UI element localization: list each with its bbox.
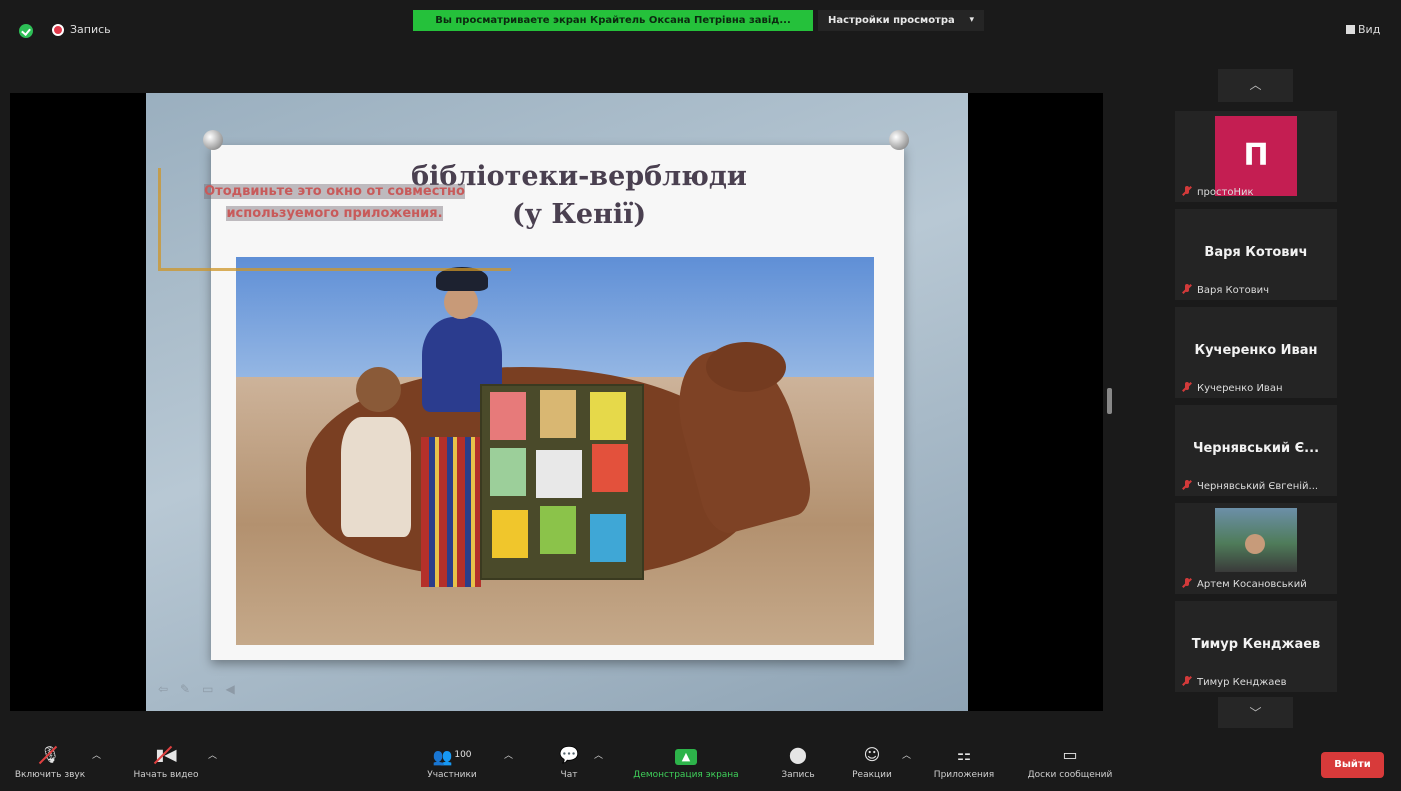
apps-label: Приложения	[933, 770, 995, 780]
participant-display-name: Варя Котович	[1204, 245, 1308, 260]
record-icon: ⬤	[789, 745, 807, 764]
chevron-up-icon: ︿	[1249, 78, 1262, 92]
chat-icon: 💬	[559, 745, 579, 764]
participant-tile[interactable]: Варя Котович Варя Котович	[1175, 209, 1337, 300]
mic-muted-icon	[1182, 186, 1192, 197]
camel-library-photo	[236, 257, 874, 645]
scroll-down-button[interactable]: ﹀	[1218, 697, 1293, 730]
chevron-down-icon: ▾	[969, 15, 974, 25]
apps-button[interactable]: ⚏ Приложения	[924, 745, 1004, 781]
unmute-button[interactable]: 🎙 Включить звук	[8, 745, 92, 781]
book-board	[480, 384, 644, 580]
participant-tile[interactable]: Артем Косановський	[1175, 503, 1337, 594]
reactions-label: Реакции	[852, 770, 892, 780]
participants-options-caret[interactable]: ︿	[504, 748, 513, 761]
participant-name: Чернявський Євгеній...	[1197, 481, 1319, 492]
reactions-icon: ☺	[863, 745, 881, 764]
whiteboards-button[interactable]: ▭ Доски сообщений	[1014, 745, 1126, 781]
overlay-warning-text: Отодвиньте это окно от совместно использ…	[204, 184, 465, 221]
chat-options-caret[interactable]: ︿	[594, 748, 603, 761]
panel-resize-handle[interactable]	[1107, 388, 1112, 414]
participant-name: Кучеренко Иван	[1197, 383, 1283, 394]
whiteboard-icon: ▭	[1062, 745, 1078, 764]
share-screen-icon: ▲	[618, 746, 754, 765]
participant-name: Тимур Кенджаев	[1197, 677, 1287, 688]
participant-display-name: Тимур Кенджаев	[1191, 637, 1321, 652]
share-screen-label: Демонстрация экрана	[633, 770, 739, 780]
view-options-label: Настройки просмотра	[828, 15, 955, 26]
participant-name: Артем Косановський	[1197, 579, 1307, 590]
mic-muted-icon	[1182, 284, 1192, 295]
participant-display-name: Чернявський Є...	[1192, 441, 1320, 456]
reactions-options-caret[interactable]: ︿	[902, 748, 911, 761]
grid-icon	[1346, 25, 1355, 34]
mic-muted-icon	[1182, 382, 1192, 393]
view-button-label: Вид	[1358, 23, 1381, 36]
record-label: Запись	[781, 770, 815, 780]
participant-display-name: Кучеренко Иван	[1194, 343, 1318, 358]
recording-icon	[52, 24, 64, 36]
microphone-muted-icon: 🎙	[39, 745, 61, 764]
mic-muted-icon	[1182, 480, 1192, 491]
participant-tile[interactable]: Тимур Кенджаев Тимур Кенджаев	[1175, 601, 1337, 692]
participants-icon: 👥 100	[432, 747, 472, 766]
whiteboards-label: Доски сообщений	[1027, 770, 1113, 780]
unmute-label: Включить звук	[14, 770, 86, 780]
chevron-down-icon: ﹀	[1249, 706, 1262, 720]
chat-button[interactable]: 💬 Чат	[548, 745, 590, 781]
recording-label[interactable]: Запись	[70, 23, 111, 36]
mic-muted-icon	[1182, 578, 1192, 589]
pushpin-icon	[889, 130, 909, 150]
shield-check-icon[interactable]	[19, 24, 33, 38]
start-video-label: Начать видео	[133, 770, 199, 780]
start-video-button[interactable]: ▮◀ Начать видео	[122, 745, 210, 781]
participant-name: простоНик	[1197, 187, 1254, 198]
camera-off-icon: ▮◀	[155, 745, 177, 764]
avatar: П	[1215, 116, 1297, 196]
participant-tile[interactable]: Кучеренко Иван Кучеренко Иван	[1175, 307, 1337, 398]
view-options-button[interactable]: Настройки просмотра ▾	[818, 10, 984, 31]
record-button[interactable]: ⬤ Запись	[770, 745, 826, 781]
participants-count: 100	[454, 750, 472, 760]
participant-name: Варя Котович	[1197, 285, 1269, 296]
chat-label: Чат	[560, 770, 578, 780]
video-options-caret[interactable]: ︿	[208, 748, 217, 761]
pushpin-icon	[203, 130, 223, 150]
mic-muted-icon	[1182, 676, 1192, 687]
view-button[interactable]: Вид	[1346, 23, 1380, 36]
avatar	[1215, 508, 1297, 572]
reactions-button[interactable]: ☺ Реакции	[846, 745, 898, 781]
participants-label: Участники	[427, 770, 477, 780]
participant-tile[interactable]: Чернявський Є... Чернявський Євгеній...	[1175, 405, 1337, 496]
slide-controls[interactable]: ⇦✎▭◀	[158, 682, 247, 696]
scroll-up-button[interactable]: ︿	[1218, 69, 1293, 102]
participants-button[interactable]: 👥 100 Участники	[418, 746, 486, 781]
participant-tile[interactable]: П простоНик	[1175, 111, 1337, 202]
screen-share-banner: Вы просматриваете экран Крайтель Оксана …	[413, 10, 813, 31]
apps-icon: ⚏	[956, 745, 972, 764]
share-screen-button[interactable]: ▲ Демонстрация экрана	[618, 746, 754, 780]
audio-options-caret[interactable]: ︿	[92, 748, 101, 761]
leave-button[interactable]: Выйти	[1321, 752, 1384, 778]
